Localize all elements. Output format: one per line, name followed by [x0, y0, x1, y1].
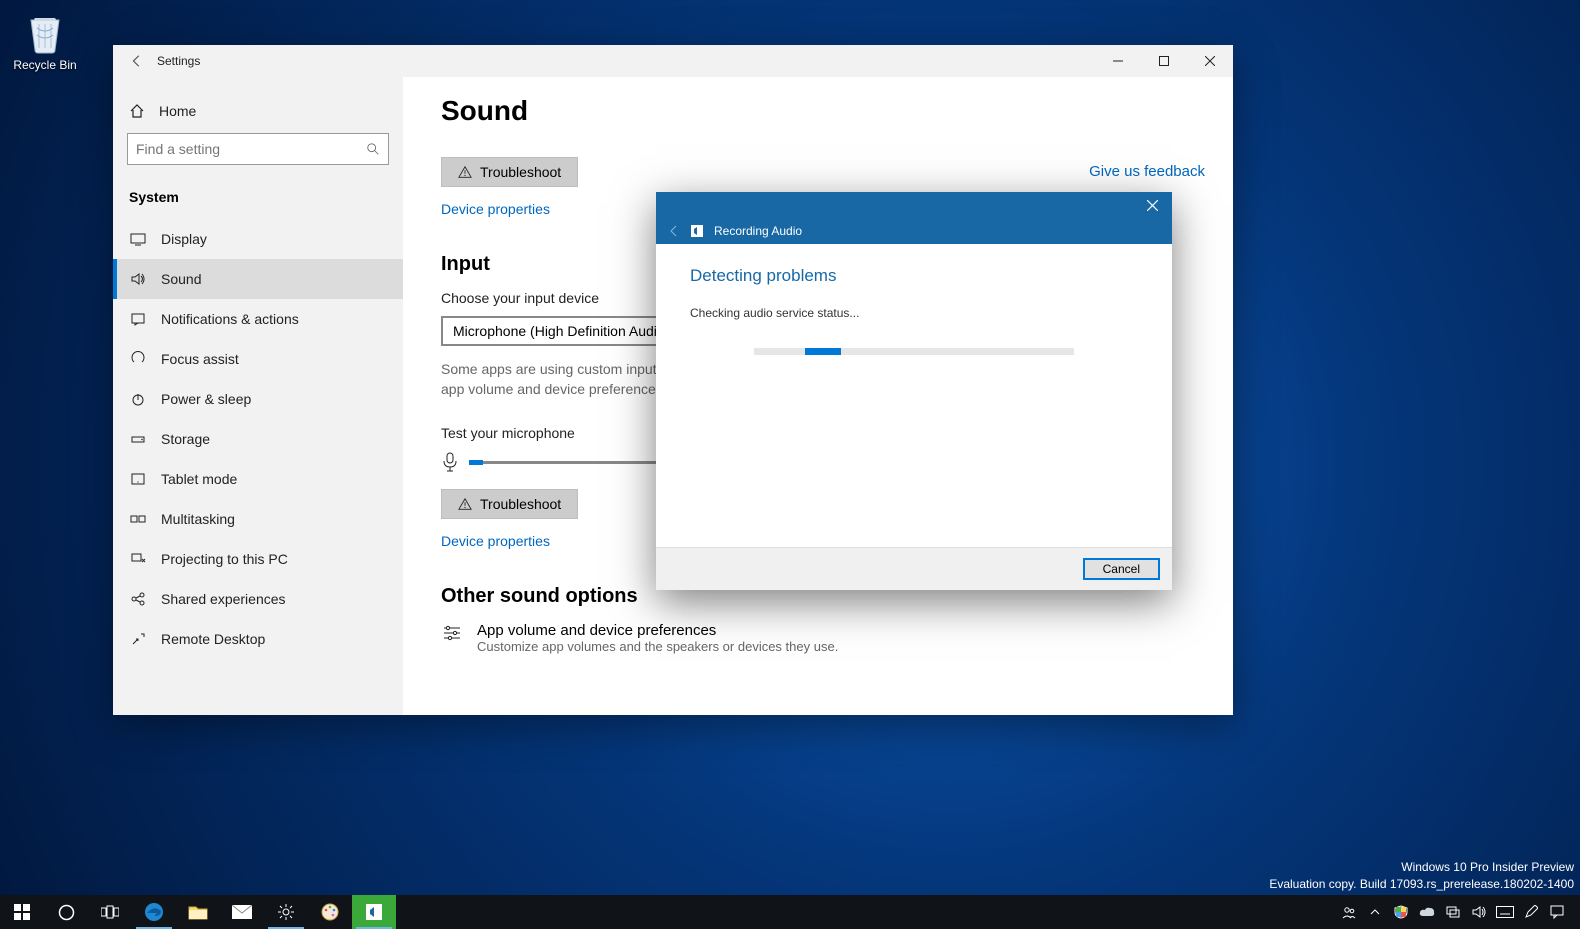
sidebar-item-label: Storage	[161, 431, 210, 447]
task-view-button[interactable]	[88, 895, 132, 929]
sidebar-home-label: Home	[159, 103, 196, 119]
close-button[interactable]	[1187, 45, 1233, 77]
shared-icon	[129, 590, 147, 608]
dialog-heading: Detecting problems	[690, 266, 1138, 286]
taskbar-paint[interactable]	[308, 895, 352, 929]
sliders-icon	[441, 622, 463, 644]
power-icon	[129, 390, 147, 408]
sidebar-item-label: Shared experiences	[161, 591, 286, 607]
sidebar-item-label: Sound	[161, 271, 201, 287]
tray-keyboard-icon[interactable]	[1492, 906, 1518, 918]
taskbar-explorer[interactable]	[176, 895, 220, 929]
dialog-title: Recording Audio	[714, 224, 802, 238]
troubleshoot-label: Troubleshoot	[480, 496, 561, 512]
minimize-button[interactable]	[1095, 45, 1141, 77]
tray-volume-icon[interactable]	[1466, 905, 1492, 919]
taskbar-settings[interactable]	[264, 895, 308, 929]
sidebar-item-label: Notifications & actions	[161, 311, 299, 327]
multitasking-icon	[129, 510, 147, 528]
watermark-line2: Evaluation copy. Build 17093.rs_prerelea…	[1269, 876, 1574, 893]
start-button[interactable]	[0, 895, 44, 929]
device-properties-output-link[interactable]: Device properties	[441, 201, 550, 217]
tray-defender-icon[interactable]	[1388, 905, 1414, 919]
sidebar-item-label: Multitasking	[161, 511, 235, 527]
app-volume-sub: Customize app volumes and the speakers o…	[477, 639, 838, 654]
tray-action-center-icon[interactable]	[1544, 905, 1570, 919]
storage-icon	[129, 430, 147, 448]
window-title: Settings	[157, 54, 200, 68]
sidebar-item-power[interactable]: Power & sleep	[113, 379, 403, 419]
page-title: Sound	[441, 95, 1195, 127]
titlebar[interactable]: Settings	[113, 45, 1233, 77]
sidebar-item-remote[interactable]: Remote Desktop	[113, 619, 403, 659]
dialog-status: Checking audio service status...	[690, 306, 1138, 320]
recycle-bin-label: Recycle Bin	[6, 58, 84, 72]
sidebar-item-notifications[interactable]: Notifications & actions	[113, 299, 403, 339]
dialog-back-icon	[668, 225, 680, 237]
taskbar-mail[interactable]	[220, 895, 264, 929]
remote-icon	[129, 630, 147, 648]
sidebar-item-label: Tablet mode	[161, 471, 237, 487]
sidebar-item-focus-assist[interactable]: Focus assist	[113, 339, 403, 379]
warning-icon	[458, 497, 472, 511]
taskbar-edge[interactable]	[132, 895, 176, 929]
progress-bar	[754, 348, 1074, 355]
home-icon	[129, 103, 145, 119]
settings-search-input[interactable]	[136, 141, 366, 157]
feedback-link[interactable]: Give us feedback	[1089, 163, 1205, 180]
display-icon	[129, 230, 147, 248]
troubleshooter-icon	[690, 224, 704, 238]
sidebar-item-storage[interactable]: Storage	[113, 419, 403, 459]
troubleshoot-input-button[interactable]: Troubleshoot	[441, 489, 578, 519]
watermark-line1: Windows 10 Pro Insider Preview	[1269, 859, 1574, 876]
sidebar-item-label: Focus assist	[161, 351, 239, 367]
device-properties-input-link[interactable]: Device properties	[441, 533, 550, 549]
notifications-icon	[129, 310, 147, 328]
sidebar-item-sound[interactable]: Sound	[113, 259, 403, 299]
maximize-button[interactable]	[1141, 45, 1187, 77]
troubleshooter-dialog: Recording Audio Detecting problems Check…	[656, 192, 1172, 590]
app-volume-title: App volume and device preferences	[477, 622, 838, 639]
tray-people-icon[interactable]	[1336, 904, 1362, 920]
taskbar-troubleshooter[interactable]	[352, 895, 396, 929]
microphone-icon	[441, 451, 459, 473]
sidebar-item-tablet[interactable]: Tablet mode	[113, 459, 403, 499]
tray-onedrive-icon[interactable]	[1414, 906, 1440, 918]
cortana-button[interactable]	[44, 895, 88, 929]
focus-icon	[129, 350, 147, 368]
sidebar-item-label: Display	[161, 231, 207, 247]
taskbar	[0, 895, 1580, 929]
back-button[interactable]	[113, 45, 161, 77]
tray-chevron-up-icon[interactable]	[1362, 907, 1388, 917]
recycle-bin-icon	[21, 8, 69, 56]
search-icon	[366, 142, 380, 156]
sidebar-home[interactable]: Home	[113, 93, 403, 129]
dialog-close-button[interactable]	[1140, 193, 1164, 217]
sidebar-section: System	[113, 179, 403, 219]
sound-icon	[129, 270, 147, 288]
sidebar-item-multitasking[interactable]: Multitasking	[113, 499, 403, 539]
sidebar-item-display[interactable]: Display	[113, 219, 403, 259]
sidebar-item-shared[interactable]: Shared experiences	[113, 579, 403, 619]
sidebar-item-label: Projecting to this PC	[161, 551, 288, 567]
projecting-icon	[129, 550, 147, 568]
tray-network-icon[interactable]	[1440, 905, 1466, 919]
warning-icon	[458, 165, 472, 179]
tablet-icon	[129, 470, 147, 488]
tray-ink-icon[interactable]	[1518, 905, 1544, 919]
sidebar-item-projecting[interactable]: Projecting to this PC	[113, 539, 403, 579]
dialog-cancel-button[interactable]: Cancel	[1083, 558, 1160, 580]
settings-search[interactable]	[127, 133, 389, 165]
sidebar-item-label: Remote Desktop	[161, 631, 265, 647]
troubleshoot-label: Troubleshoot	[480, 164, 561, 180]
watermark: Windows 10 Pro Insider Preview Evaluatio…	[1269, 859, 1574, 893]
sidebar: Home System Display Sound Notifications …	[113, 77, 403, 715]
app-volume-link[interactable]: App volume and device preferences Custom…	[441, 622, 1195, 654]
input-device-value: Microphone (High Definition Audio D	[453, 323, 679, 339]
troubleshoot-output-button[interactable]: Troubleshoot	[441, 157, 578, 187]
recycle-bin[interactable]: Recycle Bin	[6, 8, 84, 72]
sidebar-item-label: Power & sleep	[161, 391, 251, 407]
